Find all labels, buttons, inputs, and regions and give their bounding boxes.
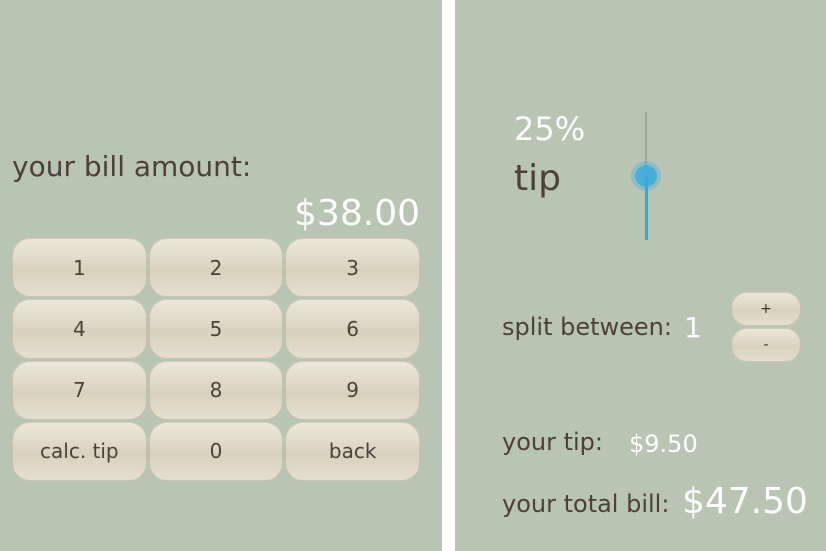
key-1[interactable]: 1 [12, 238, 147, 298]
total-bill-label: your total bill: [502, 490, 670, 518]
total-bill-value: $47.50 [682, 481, 808, 522]
tip-slider-thumb[interactable] [635, 165, 657, 187]
key-3[interactable]: 3 [285, 238, 420, 298]
tip-label: tip [514, 158, 561, 199]
key-4[interactable]: 4 [12, 299, 147, 359]
your-tip-value: $9.50 [629, 430, 698, 458]
split-between-label: split between: [502, 313, 672, 341]
bill-entry-screen: your bill amount: $38.00 1 2 3 4 5 6 7 8… [0, 0, 442, 551]
numeric-keypad: 1 2 3 4 5 6 7 8 9 calc. tip 0 back [12, 238, 420, 481]
split-count: 1 [684, 311, 702, 344]
calc-tip-button[interactable]: calc. tip [12, 421, 147, 481]
tip-result-screen: 25% tip split between: 1 + - your tip: $… [455, 0, 826, 551]
bill-amount-label: your bill amount: [12, 150, 252, 183]
key-5[interactable]: 5 [148, 299, 284, 359]
key-6[interactable]: 6 [285, 299, 420, 359]
key-0[interactable]: 0 [148, 421, 284, 481]
bill-amount-display: $38.00 [294, 193, 420, 234]
tip-percent-display: 25% [514, 110, 586, 148]
key-2[interactable]: 2 [148, 238, 284, 298]
back-button[interactable]: back [285, 421, 420, 481]
key-9[interactable]: 9 [285, 360, 420, 420]
your-tip-label: your tip: [502, 428, 603, 456]
split-decrement-button[interactable]: - [731, 328, 801, 362]
key-8[interactable]: 8 [148, 360, 284, 420]
key-7[interactable]: 7 [12, 360, 147, 420]
split-increment-button[interactable]: + [731, 292, 801, 326]
